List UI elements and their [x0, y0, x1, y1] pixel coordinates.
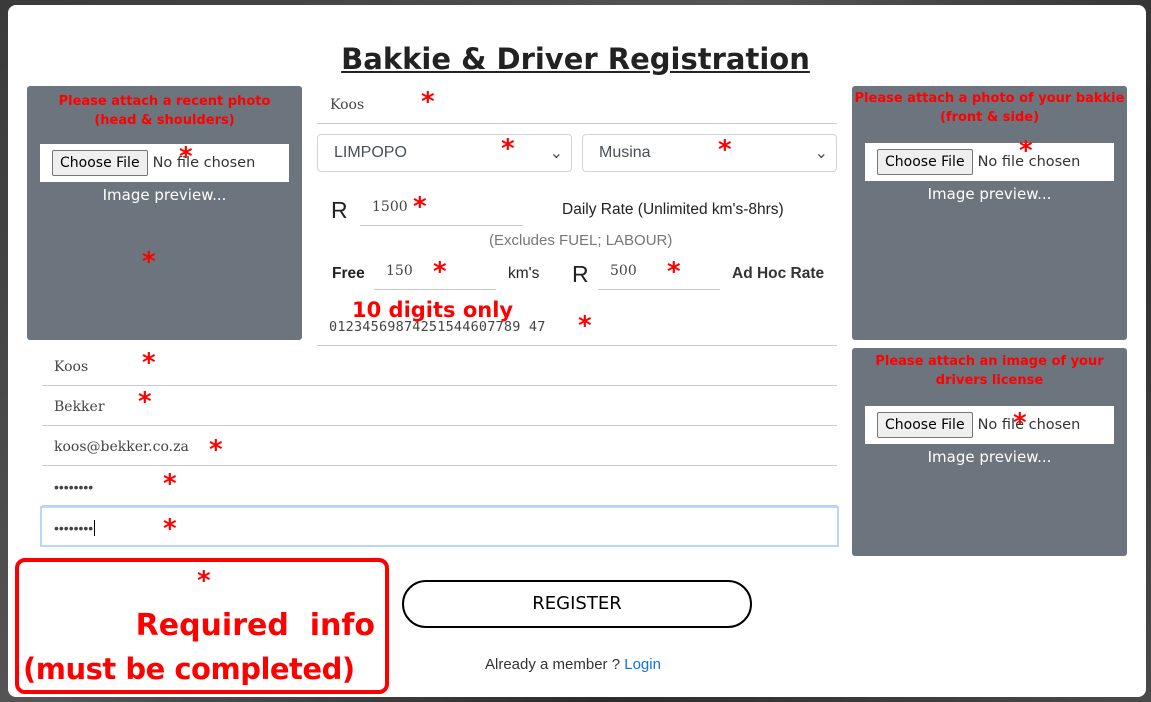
adhoc-rate-label: Ad Hoc Rate — [732, 265, 825, 282]
required-star: * — [163, 469, 177, 499]
town-value: Musina — [599, 144, 651, 161]
required-star: * — [578, 311, 592, 341]
required-star: * — [209, 435, 223, 465]
confirm-password-input[interactable]: •••••••• — [40, 506, 839, 547]
town-select[interactable]: Musina ⌄ — [582, 134, 837, 172]
email-input[interactable]: koos@bekker.co.za — [42, 426, 837, 466]
required-star: * — [718, 135, 732, 165]
choose-file-button[interactable]: Choose File — [877, 149, 973, 175]
business-name-input[interactable]: Koos — [317, 86, 837, 124]
required-star: * — [142, 247, 156, 277]
photo-preview: Image preview... — [102, 186, 227, 204]
currency-label: R — [572, 261, 589, 287]
license-upload-panel: Please attach an image of your drivers l… — [852, 348, 1127, 556]
login-link[interactable]: Login — [624, 656, 661, 673]
daily-rate-label: Daily Rate (Unlimited km's-8hrs) — [562, 201, 784, 218]
bakkie-upload-panel: Please attach a photo of your bakkie (fr… — [852, 86, 1127, 340]
choose-file-button[interactable]: Choose File — [877, 412, 973, 438]
required-star: * — [179, 142, 193, 172]
first-name-input[interactable]: Koos — [42, 346, 837, 386]
required-info-line2: (must be completed) — [23, 652, 355, 686]
register-button[interactable]: REGISTER — [402, 580, 752, 628]
file-status: No file chosen — [152, 155, 256, 171]
required-star: * — [1013, 408, 1027, 438]
free-label: Free — [332, 265, 365, 282]
required-star: * — [667, 257, 681, 287]
excludes-note: (Excludes FUEL; LABOUR) — [489, 232, 673, 249]
adhoc-rate-input[interactable]: 500 — [598, 256, 720, 290]
required-star: * — [413, 192, 427, 222]
file-status: No file chosen — [977, 417, 1081, 433]
required-star: * — [142, 348, 156, 378]
required-star: * — [163, 514, 177, 544]
license-preview: Image preview... — [927, 448, 1052, 466]
password-input[interactable]: •••••••• — [42, 466, 837, 506]
login-prompt: Already a member ? Login — [485, 656, 661, 673]
last-name-input[interactable]: Bekker — [42, 386, 837, 426]
currency-label: R — [331, 197, 348, 223]
required-star: * — [1019, 136, 1033, 166]
km-label: km's — [508, 265, 540, 282]
bakkie-panel-title: Please attach a photo of your bakkie (fr… — [854, 91, 1125, 125]
province-value: LIMPOPO — [334, 144, 407, 161]
required-star: * — [433, 257, 447, 287]
login-prompt-text: Already a member ? — [485, 656, 621, 673]
daily-rate-input[interactable]: 1500 — [360, 192, 523, 226]
bakkie-file-input[interactable]: Choose File No file chosen — [865, 143, 1114, 181]
page-title: Bakkie & Driver Registration — [341, 42, 810, 76]
required-star: * — [138, 387, 152, 417]
photo-panel-title: Please attach a recent photo (head & sho… — [58, 94, 271, 128]
bakkie-preview: Image preview... — [927, 185, 1052, 203]
license-panel-title: Please attach an image of your drivers l… — [875, 354, 1104, 388]
required-star: * — [197, 566, 211, 596]
required-info-note: * Required info (must be completed) — [15, 558, 389, 694]
confirm-password-value: •••••••• — [54, 520, 94, 536]
province-select[interactable]: LIMPOPO ⌄ — [317, 134, 572, 172]
photo-upload-panel: Please attach a recent photo (head & sho… — [27, 86, 302, 340]
photo-file-input[interactable]: Choose File No file chosen — [40, 144, 289, 182]
phone-hint: 10 digits only — [352, 298, 514, 322]
choose-file-button[interactable]: Choose File — [52, 150, 148, 176]
required-star: * — [501, 134, 515, 164]
chevron-down-icon: ⌄ — [814, 145, 828, 162]
required-info-line1: Required info — [135, 608, 375, 643]
required-star: * — [421, 87, 435, 117]
license-file-input[interactable]: Choose File No file chosen — [865, 406, 1114, 444]
chevron-down-icon: ⌄ — [549, 145, 563, 162]
